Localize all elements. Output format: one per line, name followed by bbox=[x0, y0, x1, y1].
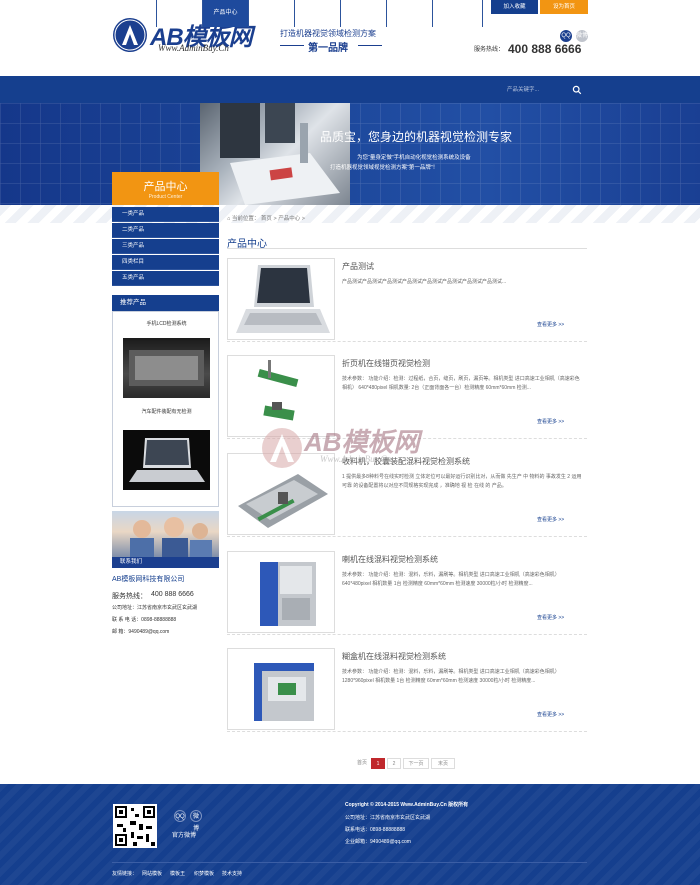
nav-jobs[interactable]: 招贤纳士 bbox=[387, 0, 433, 27]
footer bbox=[0, 784, 700, 885]
friend-link[interactable]: 织梦模板 bbox=[194, 870, 214, 877]
product-title[interactable]: 糊盒机在线混料视觉检测系统 bbox=[342, 651, 446, 662]
recommend-title: 推荐产品 bbox=[112, 295, 219, 311]
sidebar-hotline-label: 服务热线： bbox=[112, 593, 147, 600]
slogan-line2: 第一品牌 bbox=[308, 43, 348, 54]
friend-link[interactable]: 模板王 bbox=[170, 870, 185, 877]
nav-home[interactable]: 首 页 bbox=[112, 0, 157, 27]
footer-qq-icon[interactable]: QQ bbox=[174, 810, 186, 822]
weibo-icon[interactable]: 微博 bbox=[576, 30, 588, 42]
sidebar-title: 产品中心 bbox=[143, 181, 188, 193]
home-icon: ⌂ bbox=[227, 216, 231, 222]
machine-image bbox=[200, 103, 350, 205]
footer-weibo-icon[interactable]: 微博 bbox=[190, 810, 202, 832]
category-item[interactable]: 五类产品 bbox=[112, 271, 219, 286]
recommend-image[interactable] bbox=[123, 430, 210, 490]
product-item: 糊盒机在线混料视觉检测系统 技术参数： 功能介绍：检测：混料，乐料，漏刷等。相机… bbox=[227, 646, 587, 732]
friend-link[interactable]: 网站模板 bbox=[142, 870, 162, 877]
friend-links-label: 友情链接： bbox=[112, 871, 138, 877]
nav-contact[interactable]: 联系我们 bbox=[433, 0, 483, 27]
friend-link[interactable]: 技术支持 bbox=[222, 870, 242, 877]
product-item: 喇机在线混料视觉检测系统 技术参数： 功能介绍：检测：混料，乐料，漏刷等。相机类… bbox=[227, 549, 587, 635]
hotline-label: 服务热线： bbox=[474, 47, 505, 53]
category-item[interactable]: 一类产品 bbox=[112, 207, 219, 222]
sidebar-hotline: 400 888 6666 bbox=[151, 591, 194, 598]
sidebar-header: 产品中心 Product Center bbox=[112, 172, 219, 205]
sidebar-email: 邮 箱：9490489@qq.com bbox=[112, 629, 170, 635]
product-image[interactable] bbox=[227, 258, 335, 340]
nav-cases[interactable]: 成功案例 bbox=[341, 0, 387, 27]
company-name: AB模板网科技有限公司 bbox=[112, 576, 185, 583]
recommend-caption[interactable]: 汽车配件装配有无检测 bbox=[123, 408, 210, 415]
category-item[interactable]: 二类产品 bbox=[112, 223, 219, 238]
breadcrumb: ⌂ 当前位置： 首页 > 产品中心 > bbox=[227, 214, 305, 222]
qq-icon[interactable]: QQ bbox=[560, 30, 572, 42]
view-more-link[interactable]: 查看更多 >> bbox=[537, 418, 564, 425]
view-more-link[interactable]: 查看更多 >> bbox=[537, 711, 564, 718]
pagination-page-2[interactable]: 2 bbox=[387, 758, 401, 769]
breadcrumb-section[interactable]: 产品中心 bbox=[278, 216, 300, 222]
sidebar-subtitle: Product Center bbox=[148, 194, 183, 200]
product-description: 技术参数： 功能介绍：检测：混料，乐料，漏刷等。相机类型 进口高速工业相机（高速… bbox=[342, 669, 560, 684]
view-more-link[interactable]: 查看更多 >> bbox=[537, 614, 564, 621]
category-item[interactable]: 三类产品 bbox=[112, 239, 219, 254]
slogan-line1: 打造机器视觉领域检测方案 bbox=[280, 29, 376, 38]
product-item: 产品测试 产品测试产品测试产品测试产品测试产品测试产品测试产品测试产品测试...… bbox=[227, 256, 587, 342]
recommend-list: 手机LCD检测系统 汽车配件装配有无检测 bbox=[112, 311, 219, 507]
sidebar-address: 公司地址：江苏省南京市玄武区玄武湖 bbox=[112, 605, 198, 611]
nav-about[interactable]: 关于我们 bbox=[157, 0, 203, 27]
recommend-image[interactable] bbox=[123, 338, 210, 398]
banner-pattern bbox=[0, 205, 700, 223]
footer-phone: 联系电话：0898-88888888 bbox=[345, 827, 406, 833]
pagination-current[interactable]: 1 bbox=[371, 758, 385, 769]
banner-title: 品质宝，您身边的机器视觉检测专家 bbox=[320, 130, 513, 144]
banner-subtitle-2: 打造机器视觉领域视觉检测方案“第一品牌”！ bbox=[330, 165, 439, 171]
slogan-divider-left bbox=[280, 45, 304, 46]
watermark: AB模板网 Www.AdminBuy.Cn bbox=[258, 412, 448, 482]
nav-products[interactable]: 产品中心 bbox=[203, 0, 249, 27]
hotline-number: 400 888 6666 bbox=[508, 42, 582, 56]
product-title[interactable]: 折页机在线错页视觉检测 bbox=[342, 358, 430, 369]
footer-copyright: Copyright © 2014-2015 Www.AdminBuy.Cn 版权… bbox=[345, 802, 469, 808]
breadcrumb-home[interactable]: 首页 bbox=[261, 216, 272, 222]
breadcrumb-sep: > bbox=[301, 216, 305, 222]
view-more-link[interactable]: 查看更多 >> bbox=[537, 516, 564, 523]
add-favorite-button[interactable]: 加入收藏 bbox=[491, 0, 538, 14]
sidebar-phone: 联 系 电 话：0898-88888888 bbox=[112, 617, 177, 623]
contact-photo bbox=[112, 511, 219, 557]
footer-address: 公司地址：江苏省南京市玄武区玄武湖 bbox=[345, 815, 431, 821]
product-description: 技术参数： 功能介绍：检测：过程纸，合页，缝页，刷页，漏页等。相机类型 进口高速… bbox=[342, 376, 580, 391]
title-divider bbox=[227, 248, 587, 249]
nav-faq[interactable]: 常见问题 bbox=[295, 0, 341, 27]
footer-email: 企业邮箱：9490489@qq.com bbox=[345, 839, 411, 845]
recommend-caption[interactable]: 手机LCD检测系统 bbox=[123, 320, 210, 327]
set-homepage-button[interactable]: 设为首页 bbox=[540, 0, 588, 14]
view-more-link[interactable]: 查看更多 >> bbox=[537, 321, 564, 328]
watermark-url: Www.AdminBuy.Cn bbox=[320, 454, 391, 464]
qr-code bbox=[113, 804, 157, 848]
category-item[interactable]: 四类栏目 bbox=[112, 255, 219, 270]
product-description: 产品测试产品测试产品测试产品测试产品测试产品测试产品测试产品测试... bbox=[342, 279, 507, 285]
nav-news[interactable]: 新闻动态 bbox=[249, 0, 295, 27]
search-icon[interactable] bbox=[572, 85, 582, 95]
breadcrumb-label: 当前位置： bbox=[231, 216, 260, 222]
pagination-first[interactable]: 首页 bbox=[354, 758, 370, 769]
slogan-divider-right bbox=[358, 45, 382, 46]
logo-url: Www.AdminBuy.Cn bbox=[158, 43, 229, 53]
breadcrumb-sep: > bbox=[273, 216, 277, 222]
product-description: 技术参数： 功能介绍：检测：混料，乐料，漏刷等。相机类型 进口高速工业相机（高速… bbox=[342, 572, 560, 587]
product-title[interactable]: 产品测试 bbox=[342, 261, 374, 272]
footer-weibo-label: 官方微博 bbox=[172, 833, 197, 839]
hero-banner bbox=[0, 103, 700, 205]
pagination-next[interactable]: 下一页 bbox=[403, 758, 429, 769]
product-title[interactable]: 喇机在线混料视觉检测系统 bbox=[342, 554, 438, 565]
contact-title: 联系我们 bbox=[112, 557, 219, 568]
product-image[interactable] bbox=[227, 551, 335, 633]
banner-subtitle-1: 为您“量身定做”手机自动化视觉检测系统及设备 bbox=[357, 155, 471, 161]
pagination-last[interactable]: 末页 bbox=[431, 758, 455, 769]
main-nav bbox=[0, 76, 700, 103]
footer-divider bbox=[112, 862, 587, 863]
product-image[interactable] bbox=[227, 648, 335, 730]
